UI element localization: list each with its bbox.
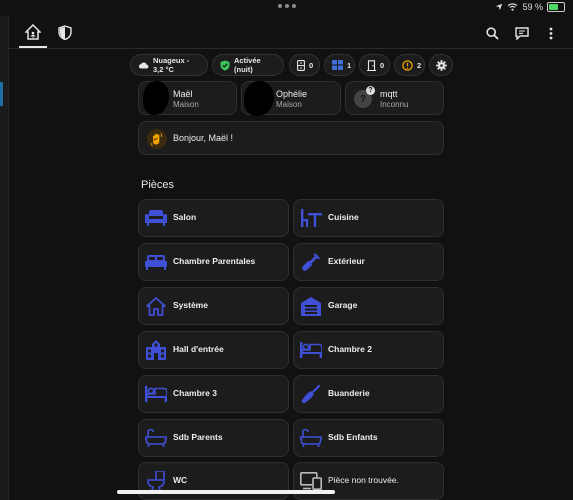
table-chair-icon <box>300 207 322 229</box>
person-name: Maël <box>173 89 193 99</box>
room-label: Garage <box>328 300 358 310</box>
room-label: Chambre 2 <box>328 344 372 354</box>
room-label: Buanderie <box>328 388 370 398</box>
room-label: WC <box>173 475 188 485</box>
room-card-wc[interactable]: WC <box>138 462 289 500</box>
greeting-text: Bonjour, Maël ! <box>173 133 234 143</box>
room-label: Sdb Enfants <box>328 432 378 442</box>
avatar-redacted <box>143 81 169 115</box>
search-button[interactable] <box>483 24 501 42</box>
cabinet-icon <box>297 59 305 71</box>
room-card-exterieur[interactable]: Extérieur <box>293 243 444 281</box>
window-icon <box>332 60 343 70</box>
bed-icon <box>300 339 322 361</box>
room-label: Hall d'entrée <box>173 344 224 354</box>
chat-icon <box>515 26 529 40</box>
chip-count-d[interactable]: 2 <box>394 54 425 76</box>
chip-count-d-value: 2 <box>417 60 422 70</box>
room-card-buanderie[interactable]: Buanderie <box>293 375 444 413</box>
person-state: Maison <box>276 100 302 109</box>
door-icon <box>367 59 376 71</box>
room-label: Chambre Parentales <box>173 256 256 266</box>
home-icon <box>145 295 167 317</box>
weather-chip[interactable]: Nuageux - 3,2 °C <box>130 54 208 76</box>
weather-label: Nuageux - 3,2 °C <box>153 56 190 74</box>
room-card-cuisine[interactable]: Cuisine <box>293 199 444 237</box>
sofa-icon <box>145 207 167 229</box>
rooms-section-title: Pièces <box>141 179 175 191</box>
cloud-icon <box>138 62 149 69</box>
person-state: Maison <box>173 100 199 109</box>
shovel-icon <box>300 251 322 273</box>
person-name: Ophélie <box>276 89 308 99</box>
room-card-systeme[interactable]: Système <box>138 287 289 325</box>
shield-icon <box>58 24 72 40</box>
bathtub-icon <box>145 427 167 449</box>
room-label: Sdb Parents <box>173 432 223 442</box>
location-icon <box>496 3 503 11</box>
broom-icon <box>300 383 322 405</box>
hand-wave-icon <box>147 129 167 149</box>
tab-home[interactable] <box>17 16 49 48</box>
home-indicator[interactable] <box>117 490 335 494</box>
bed-icon <box>145 383 167 405</box>
person-card-mael[interactable]: Maël Maison <box>138 81 237 115</box>
room-card-sdb-enfants[interactable]: Sdb Enfants <box>293 419 444 457</box>
search-icon <box>485 26 499 40</box>
garage-icon <box>300 295 322 317</box>
assist-button[interactable] <box>513 24 531 42</box>
devices-icon <box>300 470 322 492</box>
alert-circle-icon <box>402 59 413 71</box>
person-name: mqtt <box>380 89 398 99</box>
top-app-bar <box>9 16 573 49</box>
toilet-icon <box>145 470 167 492</box>
sidebar-active-indicator <box>0 82 3 106</box>
alarm-label: Activée (nuit) <box>234 56 261 74</box>
multitasking-dots[interactable] <box>278 4 296 8</box>
building-icon <box>145 339 167 361</box>
room-label: Système <box>173 300 208 310</box>
room-card-hall-entree[interactable]: Hall d'entrée <box>138 331 289 369</box>
tab-security[interactable] <box>49 16 81 48</box>
home-assistant-icon <box>25 24 41 40</box>
alarm-chip[interactable]: Activée (nuit) <box>212 54 284 76</box>
room-card-salon[interactable]: Salon <box>138 199 289 237</box>
settings-chip[interactable] <box>429 54 453 76</box>
chip-count-b[interactable]: 1 <box>324 54 355 76</box>
avatar-redacted <box>244 81 274 116</box>
room-card-chambre-3[interactable]: Chambre 3 <box>138 375 289 413</box>
room-label: Salon <box>173 212 197 222</box>
bed-icon <box>145 251 167 273</box>
room-card-piece-non-trouvee[interactable]: Pièce non trouvée. <box>293 462 444 500</box>
chip-count-b-value: 1 <box>347 60 352 70</box>
more-vertical-icon <box>549 27 553 39</box>
wifi-icon <box>508 3 518 11</box>
status-bar: 59 % <box>0 0 573 16</box>
shield-check-icon <box>220 60 230 70</box>
gear-icon <box>435 59 447 71</box>
chip-count-a[interactable]: 0 <box>289 54 320 76</box>
room-card-sdb-parents[interactable]: Sdb Parents <box>138 419 289 457</box>
chip-count-c-value: 0 <box>380 60 385 70</box>
overflow-menu-button[interactable] <box>542 24 560 42</box>
chip-count-a-value: 0 <box>309 60 314 70</box>
battery-percent: 59 % <box>522 2 543 12</box>
room-label: Chambre 3 <box>173 388 217 398</box>
question-badge-icon: ? <box>366 86 375 95</box>
person-state: Inconnu <box>380 100 409 109</box>
person-card-mqtt[interactable]: ? ? mqtt Inconnu <box>345 81 444 115</box>
room-card-garage[interactable]: Garage <box>293 287 444 325</box>
room-label: Pièce non trouvée. <box>328 475 399 485</box>
room-label: Extérieur <box>328 256 365 266</box>
battery-icon <box>547 2 565 12</box>
room-card-chambre-parentales[interactable]: Chambre Parentales <box>138 243 289 281</box>
room-card-chambre-2[interactable]: Chambre 2 <box>293 331 444 369</box>
bathtub-icon <box>300 427 322 449</box>
chip-count-c[interactable]: 0 <box>359 54 390 76</box>
tab-underline <box>19 46 47 48</box>
greeting-card[interactable]: Bonjour, Maël ! <box>138 121 444 155</box>
person-card-ophelie[interactable]: Ophélie Maison <box>241 81 341 116</box>
room-label: Cuisine <box>328 212 359 222</box>
